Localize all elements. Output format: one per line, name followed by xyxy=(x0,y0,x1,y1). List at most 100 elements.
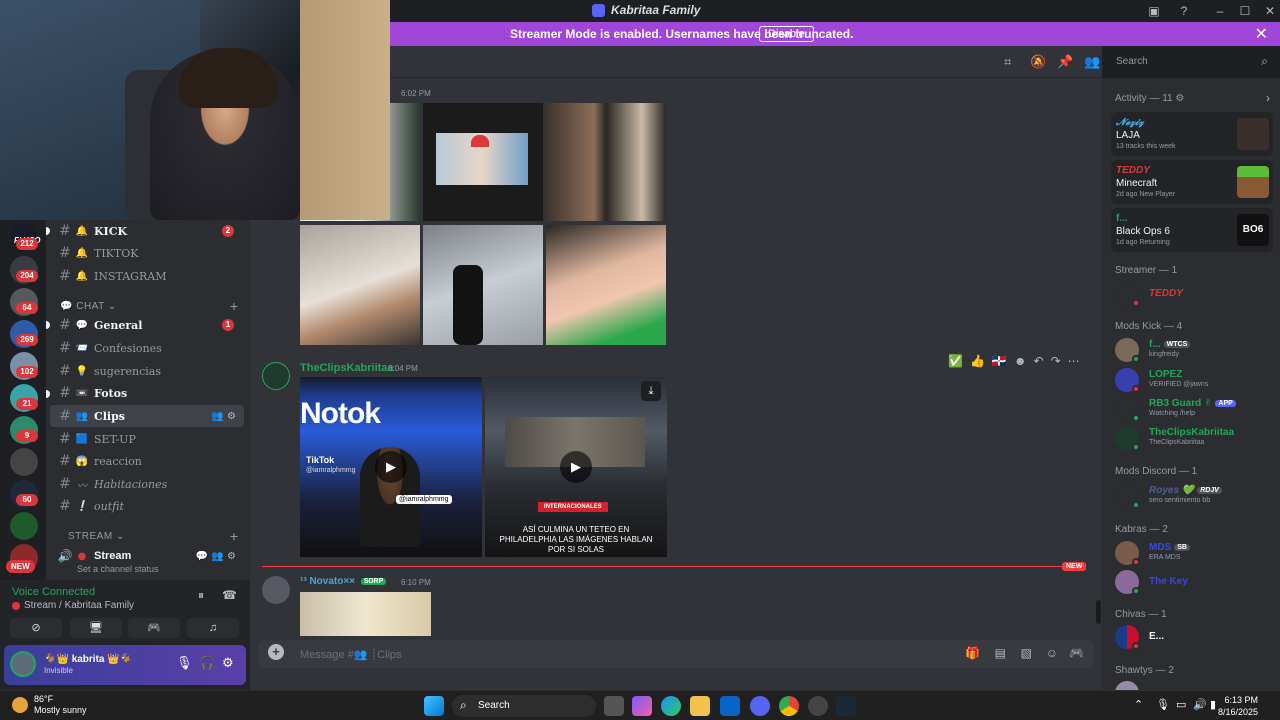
channel-instagram[interactable]: # 🔔 INSTAGRAM xyxy=(50,265,244,287)
add-channel-icon[interactable]: + xyxy=(230,528,238,544)
user-avatar[interactable] xyxy=(10,651,36,677)
help-icon[interactable]: ? xyxy=(1174,3,1194,19)
chrome-icon[interactable] xyxy=(779,696,799,716)
message-author[interactable]: ¹³ Novato×× SDRP xyxy=(300,576,387,587)
add-reaction-icon[interactable]: ☻ xyxy=(1014,354,1027,368)
member-item[interactable]: TEDDY xyxy=(1115,280,1275,308)
member-item[interactable]: f... WTCS kingfreidy xyxy=(1115,336,1275,364)
banner-close-icon[interactable]: ✕ xyxy=(1255,24,1268,44)
member-item[interactable]: The Key xyxy=(1115,568,1275,596)
mic-tray-icon[interactable]: 🎙 xyxy=(1156,698,1170,711)
app-icon[interactable] xyxy=(808,696,828,716)
pinned-icon[interactable]: 📌 xyxy=(1057,54,1073,70)
copilot-icon[interactable] xyxy=(632,696,652,716)
channel-kick[interactable]: # 🔔 KICK 2 xyxy=(50,220,244,242)
activity-card[interactable]: 𝓝𝓮𝔃𝓲𝔃 LAJA 13 tracks this week xyxy=(1111,112,1273,156)
gif-icon[interactable]: ▤ xyxy=(995,646,1006,660)
volume-icon[interactable]: 🔊 xyxy=(1193,698,1207,711)
gift-icon[interactable]: 🎁 xyxy=(965,646,980,660)
play-icon[interactable]: ▶ xyxy=(375,451,407,483)
sticker-icon[interactable]: ▧ xyxy=(1021,646,1032,660)
server-icon[interactable] xyxy=(10,448,38,476)
screen-share-button[interactable]: 🖥 xyxy=(70,618,122,638)
member-item[interactable]: Royes 💚 RDJV sero sentimiento bb xyxy=(1115,482,1275,510)
image-attachment[interactable] xyxy=(546,103,666,221)
chevron-right-icon[interactable]: › xyxy=(1266,91,1270,105)
video-attachment[interactable]: ▶ INTERNACIONALES ASÍ CULMINA UN TETEO E… xyxy=(485,377,667,557)
channel-confesiones[interactable]: # 📨 Confesiones xyxy=(50,337,244,359)
more-icon[interactable]: ⋯ xyxy=(1068,354,1080,368)
add-attachment-icon[interactable]: + xyxy=(268,644,284,660)
image-attachment[interactable] xyxy=(300,592,431,636)
disconnect-icon[interactable]: ☎ xyxy=(222,588,237,602)
channel-clips[interactable]: # 👥 Clips 👥 ⚙ xyxy=(50,405,244,427)
channel-settings-icon[interactable]: 👥 ⚙ xyxy=(211,411,236,422)
inbox-icon[interactable]: ▣ xyxy=(1144,3,1164,19)
reply-icon[interactable]: ↶ xyxy=(1034,354,1044,368)
headset-icon[interactable]: 🎧 xyxy=(199,655,215,671)
activity-card[interactable]: TEDDY Minecraft 2d ago New Player xyxy=(1111,160,1273,204)
username[interactable]: 🐐👑 kabrita 👑🐐 xyxy=(44,654,132,665)
add-channel-icon[interactable]: + xyxy=(230,298,238,314)
category-chat[interactable]: 💬 CHAT ⌄ xyxy=(60,301,117,312)
new-servers-pill[interactable]: NEW xyxy=(6,560,35,573)
channel-tiktok[interactable]: # 🔔 TIKTOK xyxy=(50,242,244,264)
channel-habitaciones[interactable]: # 〰 Habitaciones xyxy=(50,473,244,495)
flag-reaction-icon[interactable]: 🇩🇴 xyxy=(992,354,1007,368)
voice-channel-icons[interactable]: 💬 👥 ⚙ xyxy=(196,551,236,562)
file-explorer-icon[interactable] xyxy=(690,696,710,716)
member-item[interactable]: RB3 Guard ✌ APP Watching /help xyxy=(1115,395,1275,423)
forward-icon[interactable]: ↷ xyxy=(1051,354,1061,368)
camera-off-button[interactable]: ⊘ xyxy=(10,618,62,638)
battery-icon[interactable]: ▮ xyxy=(1210,698,1216,711)
server-icon[interactable] xyxy=(10,512,38,540)
weather-widget[interactable]: 86°F Mostly sunny xyxy=(12,694,87,716)
start-icon[interactable] xyxy=(424,696,444,716)
image-attachment[interactable] xyxy=(423,103,543,221)
member-item[interactable]: E... xyxy=(1115,623,1275,651)
threads-icon[interactable]: ⌗ xyxy=(1004,54,1011,70)
category-stream[interactable]: STREAM ⌄ xyxy=(68,531,125,542)
image-attachment[interactable] xyxy=(423,225,543,345)
image-attachment[interactable] xyxy=(300,225,420,345)
video-attachment[interactable]: Notok TikTok @iamralphmmg @iamralphmmg ▶ xyxy=(300,377,482,557)
minimize-button[interactable]: – xyxy=(1210,3,1230,19)
voice-activity-icon[interactable]: ⏸ xyxy=(198,588,204,603)
voice-location[interactable]: Stream / Kabritaa Family xyxy=(12,600,134,611)
message-author[interactable]: TheClipsKabriitaa xyxy=(300,362,394,374)
member-list-icon[interactable]: 👥 xyxy=(1084,54,1100,70)
member-item[interactable]: LOPEZ VERIFIED @jawns xyxy=(1115,366,1275,394)
taskbar-search[interactable]: ⌕ Search xyxy=(452,695,596,717)
discord-icon[interactable] xyxy=(750,696,770,716)
task-view-icon[interactable] xyxy=(604,696,624,716)
close-window-button[interactable]: ✕ xyxy=(1260,3,1280,19)
chat-scrollbar[interactable] xyxy=(1096,600,1101,624)
apps-icon[interactable]: 🎮 xyxy=(1069,646,1084,660)
member-item[interactable]: MDS SB ERA MDS xyxy=(1115,539,1275,567)
channel-status[interactable]: Set a channel status xyxy=(77,564,159,574)
steam-icon[interactable] xyxy=(836,696,856,716)
mic-icon[interactable]: 🎙 xyxy=(176,655,193,671)
member-item[interactable] xyxy=(1115,679,1275,690)
avatar[interactable] xyxy=(262,576,290,604)
avatar[interactable] xyxy=(262,362,290,390)
activities-button[interactable]: 🎮 xyxy=(128,618,180,638)
network-icon[interactable]: ▭ xyxy=(1176,698,1186,711)
channel-sugerencias[interactable]: # 💡 sugerencias xyxy=(50,360,244,382)
tray-chevron-icon[interactable]: ⌃ xyxy=(1134,698,1143,711)
disable-button[interactable]: Disable xyxy=(759,26,814,42)
outlook-icon[interactable] xyxy=(720,696,740,716)
clock[interactable]: 6:13 PM 8/16/2025 xyxy=(1218,694,1258,718)
search-input[interactable]: Search ⌕ xyxy=(1110,52,1273,72)
maximize-button[interactable]: ☐ xyxy=(1235,3,1255,19)
channel-setup[interactable]: # 🟦 SET-UP xyxy=(50,428,244,450)
channel-reaccion[interactable]: # 😱 reaccion xyxy=(50,450,244,472)
channel-general[interactable]: # 💬 General 1 xyxy=(50,314,244,336)
download-icon[interactable]: ⤓ xyxy=(641,381,661,401)
member-item[interactable]: TheClipsKabriitaa TheClipsKabriitaa xyxy=(1115,424,1275,452)
notifications-icon[interactable]: 🔕 xyxy=(1030,54,1046,70)
play-icon[interactable]: ▶ xyxy=(560,451,592,483)
emoji-icon[interactable]: ☺ xyxy=(1046,646,1058,660)
user-settings-icon[interactable]: ⚙ xyxy=(222,655,234,671)
check-reaction-icon[interactable]: ✅ xyxy=(948,354,963,368)
